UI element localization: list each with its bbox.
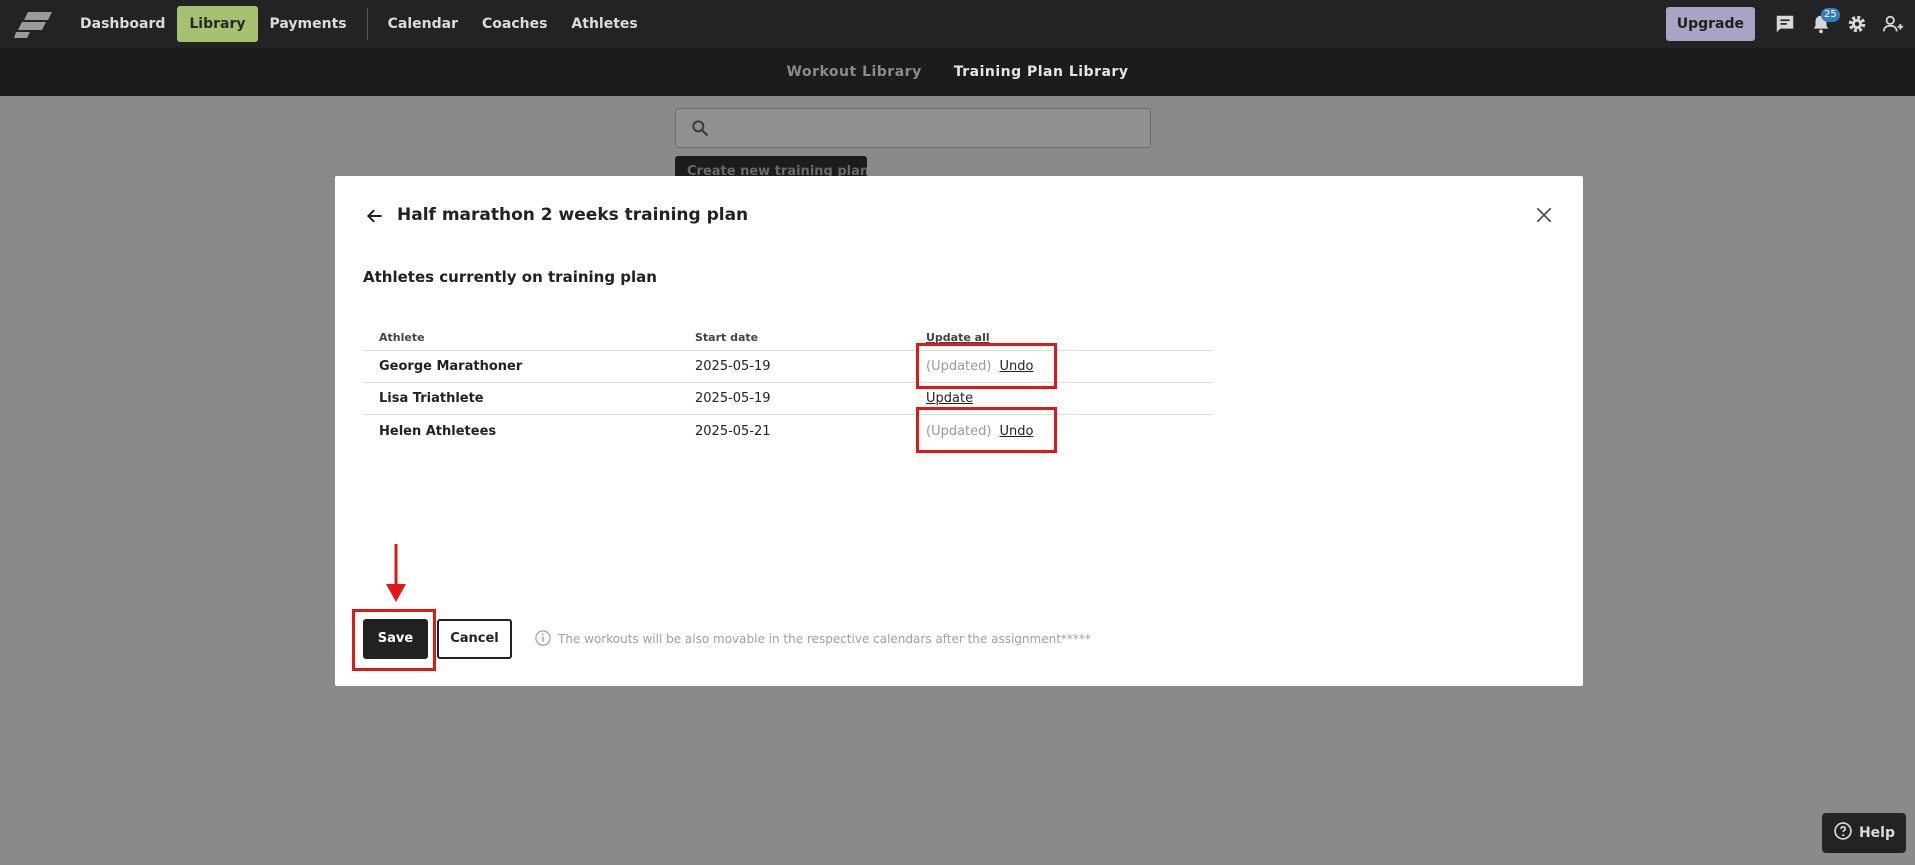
column-header-athlete: Athlete (379, 331, 425, 344)
modal-footer: Save Cancel The workouts will be also mo… (363, 619, 1091, 659)
start-date: 2025-05-19 (695, 391, 771, 406)
update-cell: Update (926, 391, 1213, 406)
cancel-button[interactable]: Cancel (437, 619, 512, 659)
settings-gear-icon[interactable] (1839, 6, 1875, 42)
add-user-icon[interactable] (1875, 6, 1911, 42)
section-title: Athletes currently on training plan (363, 268, 657, 286)
highlight-box-row1-status (916, 343, 1057, 389)
start-date: 2025-05-21 (695, 423, 771, 439)
red-arrow-icon (386, 544, 406, 602)
notification-count-badge: 25 (1821, 8, 1840, 22)
start-date: 2025-05-19 (695, 359, 771, 374)
highlight-box-save (352, 609, 436, 671)
nav-item-payments[interactable]: Payments (258, 6, 359, 42)
info-note: The workouts will be also movable in the… (534, 629, 1091, 650)
chat-icon[interactable] (1767, 6, 1803, 42)
tab-workout-library[interactable]: Workout Library (787, 64, 922, 80)
athletes-table: Athlete Start date Update all George Mar… (363, 325, 1213, 447)
library-subnav: Workout Library Training Plan Library (0, 48, 1915, 96)
search-input[interactable] (675, 108, 1151, 148)
nav-right-actions: Upgrade 25 (1665, 0, 1915, 48)
tab-training-plan-library[interactable]: Training Plan Library (954, 64, 1129, 80)
table-row: George Marathoner 2025-05-19 (Updated) Un… (363, 351, 1213, 383)
nav-item-coaches[interactable]: Coaches (470, 6, 559, 42)
close-icon[interactable] (1531, 202, 1557, 228)
column-header-start-date: Start date (695, 331, 759, 344)
nav-item-dashboard[interactable]: Dashboard (68, 6, 177, 42)
notifications-bell-icon[interactable]: 25 (1803, 6, 1840, 42)
upgrade-button[interactable]: Upgrade (1665, 7, 1755, 41)
highlight-box-row3-status (916, 407, 1057, 453)
question-circle-icon (1833, 821, 1853, 845)
top-navigation-bar: Dashboard Library Payments Calendar Coac… (0, 0, 1915, 48)
athlete-name: Helen Athletees (379, 423, 497, 439)
athlete-name: Lisa Triathlete (379, 391, 484, 406)
nav-divider (366, 8, 368, 40)
help-label: Help (1858, 825, 1896, 841)
back-arrow-icon[interactable] (363, 204, 387, 228)
table-row: Helen Athletees 2025-05-21 (Updated) Undo (363, 415, 1213, 447)
help-button[interactable]: Help (1822, 813, 1906, 853)
nav-item-calendar[interactable]: Calendar (376, 6, 470, 42)
athlete-name: George Marathoner (379, 359, 523, 374)
app-logo-icon[interactable] (14, 10, 54, 38)
nav-item-athletes[interactable]: Athletes (559, 6, 649, 42)
nav-item-library[interactable]: Library (177, 6, 258, 42)
search-icon (690, 118, 710, 142)
table-header: Athlete Start date Update all (363, 325, 1213, 351)
main-nav: Dashboard Library Payments Calendar Coac… (68, 0, 650, 48)
modal-title: Half marathon 2 weeks training plan (397, 205, 749, 225)
update-link[interactable]: Update (926, 391, 973, 406)
table-row: Lisa Triathlete 2025-05-19 Update (363, 383, 1213, 415)
info-icon (534, 629, 552, 650)
info-note-text: The workouts will be also movable in the… (558, 632, 1091, 646)
